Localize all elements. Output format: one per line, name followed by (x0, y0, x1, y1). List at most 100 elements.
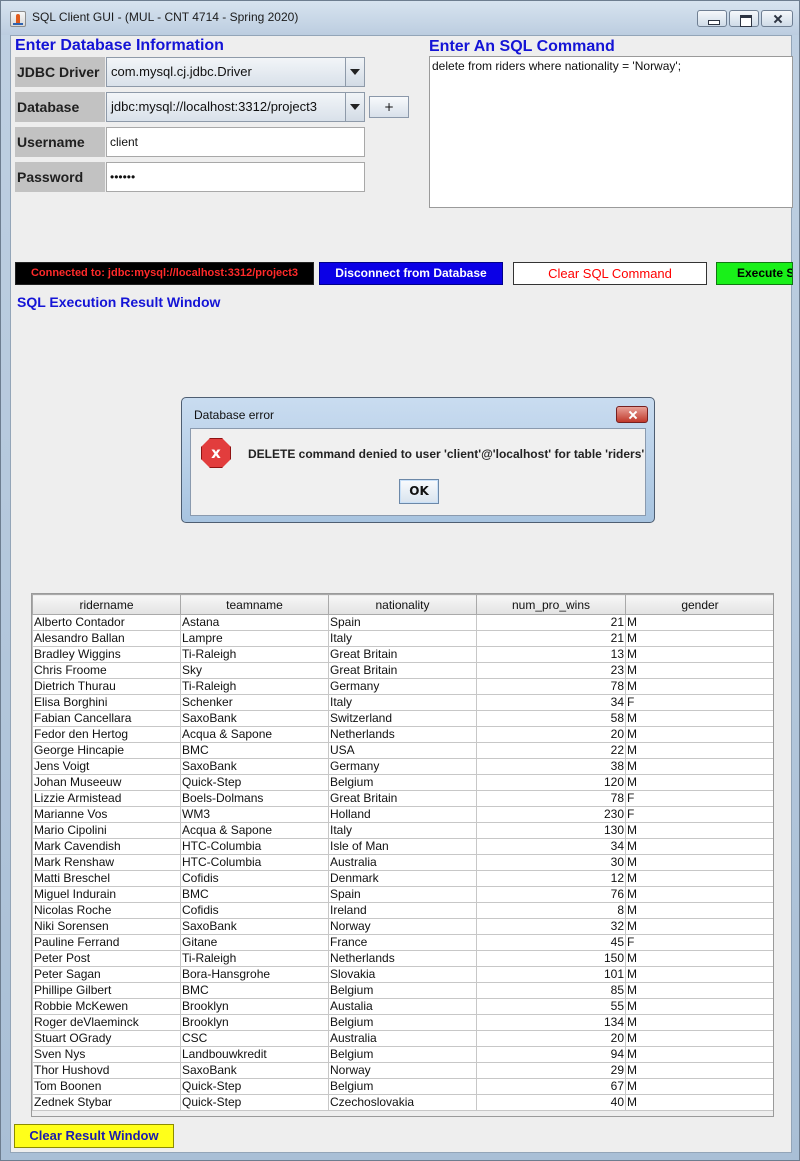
table-cell-num_pro_wins[interactable]: 78 (476, 678, 626, 695)
table-cell-nationality[interactable]: Germany (328, 678, 477, 695)
table-cell-num_pro_wins[interactable]: 23 (476, 662, 626, 679)
table-cell-num_pro_wins[interactable]: 29 (476, 1062, 626, 1079)
table-cell-nationality[interactable]: Australia (328, 1030, 477, 1047)
table-cell-ridername[interactable]: Niki Sorensen (32, 918, 181, 935)
table-cell-gender[interactable]: M (625, 678, 773, 695)
table-row[interactable]: Mark Cavendish HTC-Columbia Isle of Man 34 M (32, 838, 773, 855)
table-cell-nationality[interactable]: Netherlands (328, 726, 477, 743)
table-row[interactable]: Fedor den Hertog Acqua & Sapone Netherland… (32, 726, 773, 743)
maximize-button[interactable] (729, 10, 759, 27)
table-cell-num_pro_wins[interactable]: 34 (476, 838, 626, 855)
table-cell-teamname[interactable]: SaxoBank (180, 710, 329, 727)
table-cell-teamname[interactable]: Ti-Raleigh (180, 646, 329, 663)
table-cell-teamname[interactable]: HTC-Columbia (180, 838, 329, 855)
table-cell-teamname[interactable]: Brooklyn (180, 1014, 329, 1031)
table-row[interactable]: Marianne Vos WM3 Holland 230 F (32, 806, 773, 823)
table-row[interactable]: Roger deVlaeminck Brooklyn Belgium 134 M (32, 1014, 773, 1031)
table-cell-nationality[interactable]: Czechoslovakia (328, 1094, 477, 1111)
table-cell-gender[interactable]: F (625, 934, 773, 951)
table-cell-gender[interactable]: F (625, 790, 773, 807)
database-url-select[interactable]: jdbc:mysql://localhost:3312/project3 (106, 92, 365, 122)
table-cell-nationality[interactable]: Belgium (328, 774, 477, 791)
table-row[interactable]: Chris Froome Sky Great Britain 23 M (32, 662, 773, 679)
table-cell-gender[interactable]: M (625, 902, 773, 919)
table-row[interactable]: Zednek Stybar Quick-Step Czechoslovakia 40 M (32, 1094, 773, 1111)
table-cell-ridername[interactable]: Lizzie Armistead (32, 790, 181, 807)
table-row[interactable]: Stuart OGrady CSC Australia 20 M (32, 1030, 773, 1047)
table-cell-ridername[interactable]: Mark Cavendish (32, 838, 181, 855)
table-cell-nationality[interactable]: Spain (328, 614, 477, 631)
table-cell-teamname[interactable]: Bora-Hansgrohe (180, 966, 329, 983)
table-cell-gender[interactable]: M (625, 950, 773, 967)
table-row[interactable]: Matti Breschel Cofidis Denmark 12 M (32, 870, 773, 887)
table-cell-nationality[interactable]: Austalia (328, 998, 477, 1015)
table-cell-ridername[interactable]: Roger deVlaeminck (32, 1014, 181, 1031)
table-cell-num_pro_wins[interactable]: 8 (476, 902, 626, 919)
table-cell-teamname[interactable]: Boels-Dolmans (180, 790, 329, 807)
table-cell-gender[interactable]: M (625, 1014, 773, 1031)
table-cell-num_pro_wins[interactable]: 67 (476, 1078, 626, 1095)
table-cell-num_pro_wins[interactable]: 22 (476, 742, 626, 759)
table-cell-teamname[interactable]: Astana (180, 614, 329, 631)
table-cell-ridername[interactable]: Marianne Vos (32, 806, 181, 823)
table-cell-nationality[interactable]: Great Britain (328, 790, 477, 807)
table-cell-teamname[interactable]: Landbouwkredit (180, 1046, 329, 1063)
table-cell-num_pro_wins[interactable]: 21 (476, 630, 626, 647)
table-row[interactable]: Thor Hushovd SaxoBank Norway 29 M (32, 1062, 773, 1079)
table-cell-nationality[interactable]: Great Britain (328, 646, 477, 663)
table-cell-gender[interactable]: M (625, 1030, 773, 1047)
table-cell-num_pro_wins[interactable]: 32 (476, 918, 626, 935)
table-cell-gender[interactable]: M (625, 1078, 773, 1095)
execute-sql-button[interactable]: Execute SQL Command (716, 262, 793, 285)
table-row[interactable]: Nicolas Roche Cofidis Ireland 8 M (32, 902, 773, 919)
table-cell-ridername[interactable]: Thor Hushovd (32, 1062, 181, 1079)
minimize-button[interactable] (697, 10, 727, 27)
table-cell-ridername[interactable]: Peter Sagan (32, 966, 181, 983)
table-cell-gender[interactable]: M (625, 966, 773, 983)
table-cell-num_pro_wins[interactable]: 34 (476, 694, 626, 711)
table-cell-ridername[interactable]: Tom Boonen (32, 1078, 181, 1095)
username-field[interactable]: client (106, 127, 365, 157)
password-field[interactable]: •••••• (106, 162, 365, 192)
table-cell-ridername[interactable]: Bradley Wiggins (32, 646, 181, 663)
table-cell-teamname[interactable]: Quick-Step (180, 1078, 329, 1095)
table-cell-num_pro_wins[interactable]: 101 (476, 966, 626, 983)
table-cell-teamname[interactable]: Gitane (180, 934, 329, 951)
table-cell-gender[interactable]: M (625, 1046, 773, 1063)
table-cell-gender[interactable]: M (625, 822, 773, 839)
table-cell-nationality[interactable]: Australia (328, 854, 477, 871)
table-cell-ridername[interactable]: Robbie McKewen (32, 998, 181, 1015)
table-cell-teamname[interactable]: Quick-Step (180, 1094, 329, 1111)
table-cell-num_pro_wins[interactable]: 230 (476, 806, 626, 823)
table-row[interactable]: Alesandro Ballan Lampre Italy 21 M (32, 630, 773, 647)
table-cell-teamname[interactable]: Cofidis (180, 902, 329, 919)
table-cell-gender[interactable]: F (625, 806, 773, 823)
table-cell-teamname[interactable]: Lampre (180, 630, 329, 647)
table-cell-ridername[interactable]: Elisa Borghini (32, 694, 181, 711)
table-cell-num_pro_wins[interactable]: 150 (476, 950, 626, 967)
table-cell-num_pro_wins[interactable]: 13 (476, 646, 626, 663)
table-cell-nationality[interactable]: USA (328, 742, 477, 759)
table-cell-nationality[interactable]: Holland (328, 806, 477, 823)
table-cell-gender[interactable]: M (625, 870, 773, 887)
add-url-button[interactable]: + (369, 96, 409, 118)
table-cell-nationality[interactable]: Norway (328, 1062, 477, 1079)
table-cell-nationality[interactable]: Belgium (328, 1046, 477, 1063)
table-cell-gender[interactable]: M (625, 758, 773, 775)
table-cell-num_pro_wins[interactable]: 20 (476, 726, 626, 743)
table-row[interactable]: Pauline Ferrand Gitane France 45 F (32, 934, 773, 951)
column-header[interactable]: ridername (32, 594, 181, 615)
table-cell-teamname[interactable]: BMC (180, 742, 329, 759)
table-cell-nationality[interactable]: Isle of Man (328, 838, 477, 855)
table-cell-ridername[interactable]: Dietrich Thurau (32, 678, 181, 695)
table-cell-teamname[interactable]: Ti-Raleigh (180, 678, 329, 695)
table-cell-nationality[interactable]: Switzerland (328, 710, 477, 727)
table-cell-teamname[interactable]: Acqua & Sapone (180, 822, 329, 839)
clear-sql-button[interactable]: Clear SQL Command (513, 262, 707, 285)
table-row[interactable]: Bradley Wiggins Ti-Raleigh Great Britain 13… (32, 646, 773, 663)
table-row[interactable]: Fabian Cancellara SaxoBank Switzerland 58 M (32, 710, 773, 727)
table-cell-gender[interactable]: M (625, 854, 773, 871)
table-cell-gender[interactable]: M (625, 726, 773, 743)
table-cell-num_pro_wins[interactable]: 130 (476, 822, 626, 839)
table-cell-num_pro_wins[interactable]: 58 (476, 710, 626, 727)
